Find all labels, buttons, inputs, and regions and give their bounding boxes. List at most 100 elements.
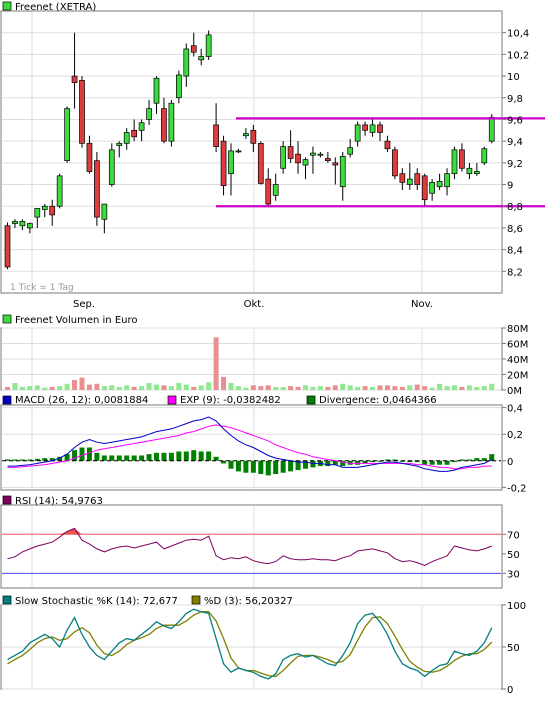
price-tick-label: 8,4	[507, 246, 523, 257]
divergence-bar	[198, 451, 204, 461]
volume-bar	[414, 384, 420, 390]
price-candle	[94, 160, 100, 218]
price-candle	[280, 146, 286, 169]
price-candle	[138, 122, 145, 131]
price-candle	[272, 184, 279, 196]
volume-bar	[213, 337, 219, 390]
volume-bar	[34, 385, 40, 390]
volume-bar	[5, 386, 10, 390]
macd-tick-label: 0	[507, 457, 513, 468]
stoch-tick-label: 50	[507, 643, 520, 654]
divergence-bar	[116, 455, 122, 461]
stoch-tick-label: 100	[507, 601, 526, 612]
price-candle	[190, 45, 197, 53]
price-candle	[108, 149, 115, 185]
price-candle	[243, 133, 249, 137]
divergence-bar	[250, 460, 256, 473]
price-candle	[220, 140, 227, 186]
stoch-tick-label: 0	[507, 685, 513, 696]
price-candle	[213, 124, 219, 147]
date-label-sep: Sep.	[73, 299, 95, 310]
divergence-bar	[183, 451, 189, 461]
divergence-bar	[429, 460, 435, 465]
price-candle	[474, 171, 480, 175]
volume-bar	[79, 377, 85, 390]
price-candle	[295, 153, 301, 164]
price-candle	[377, 124, 383, 133]
volume-bar	[124, 385, 130, 390]
rsi-legend-swatch	[2, 495, 12, 505]
price-candle	[459, 149, 465, 169]
price-candle	[481, 148, 488, 164]
price-candle	[49, 205, 56, 216]
volume-bar	[191, 386, 197, 390]
price-candle	[421, 175, 428, 201]
price-candle	[406, 178, 413, 185]
date-label-okt: Okt.	[244, 299, 265, 310]
volume-bar	[116, 386, 122, 390]
volume-bar	[317, 386, 323, 390]
divergence-bar	[176, 451, 182, 461]
volume-bar	[57, 386, 63, 390]
price-tick-label: 9,4	[507, 137, 523, 148]
price-candle	[466, 167, 473, 175]
price-candle	[257, 142, 264, 184]
rsi-tick-label: 50	[507, 550, 520, 561]
volume-bar	[49, 386, 55, 390]
stoch-k-legend-swatch	[2, 595, 12, 605]
date-label-nov: Nov.	[411, 299, 433, 310]
volume-bar	[340, 383, 346, 390]
volume-bar	[64, 383, 70, 390]
divergence-bar	[265, 460, 271, 476]
price-candle	[235, 150, 242, 153]
divergence-label: Divergence: 0,0464366	[319, 395, 437, 406]
price-tick-label: 8,2	[507, 267, 523, 278]
volume-bar	[325, 386, 331, 390]
price-candle	[436, 180, 443, 188]
price-candle	[19, 221, 26, 227]
price-candle	[27, 223, 33, 229]
price-candle	[250, 129, 257, 144]
price-candle	[131, 129, 137, 138]
volume-bar	[466, 385, 472, 390]
price-candle	[79, 80, 85, 144]
volume-bar	[12, 383, 18, 390]
stoch-d-label: %D (3): 56,20327	[204, 596, 293, 607]
macd-panel-frame	[0, 404, 503, 491]
price-candle	[325, 158, 331, 162]
price-candle	[369, 124, 376, 133]
volume-bar	[332, 385, 338, 390]
divergence-bar	[86, 447, 92, 461]
divergence-bar	[109, 455, 115, 461]
volume-bar	[161, 385, 167, 390]
divergence-bar	[355, 460, 361, 465]
volume-bar	[384, 385, 390, 390]
price-candle	[339, 155, 346, 188]
divergence-bar	[273, 460, 279, 475]
price-panel-frame	[0, 10, 503, 294]
divergence-bar	[146, 454, 152, 461]
divergence-bar	[422, 460, 428, 465]
price-candle	[146, 108, 152, 120]
volume-bar	[27, 386, 33, 390]
volume-bar	[392, 386, 398, 390]
price-candle	[317, 153, 324, 156]
price-tick-label: 9,2	[507, 159, 523, 170]
price-candle	[384, 140, 391, 150]
volume-tick-label: 20M	[507, 371, 528, 382]
price-candle	[228, 150, 234, 175]
rsi-tick-label: 70	[507, 530, 520, 541]
stock-chart: Freenet (XETRA) 1 Tick = 1 Tag Sep. Okt.…	[0, 0, 545, 698]
divergence-bar	[154, 452, 159, 461]
divergence-bar	[206, 451, 212, 461]
stoch-k-label: Slow Stochastic %K (14): 72,677	[15, 596, 178, 607]
price-legend-swatch	[2, 1, 12, 11]
price-candle	[354, 124, 361, 142]
price-candle	[399, 173, 406, 183]
volume-bar	[19, 386, 25, 390]
price-candle	[86, 142, 93, 172]
price-candle	[168, 102, 175, 142]
divergence-bar	[235, 460, 241, 472]
macd-legend-swatch	[2, 395, 12, 405]
divergence-bar	[168, 452, 174, 461]
